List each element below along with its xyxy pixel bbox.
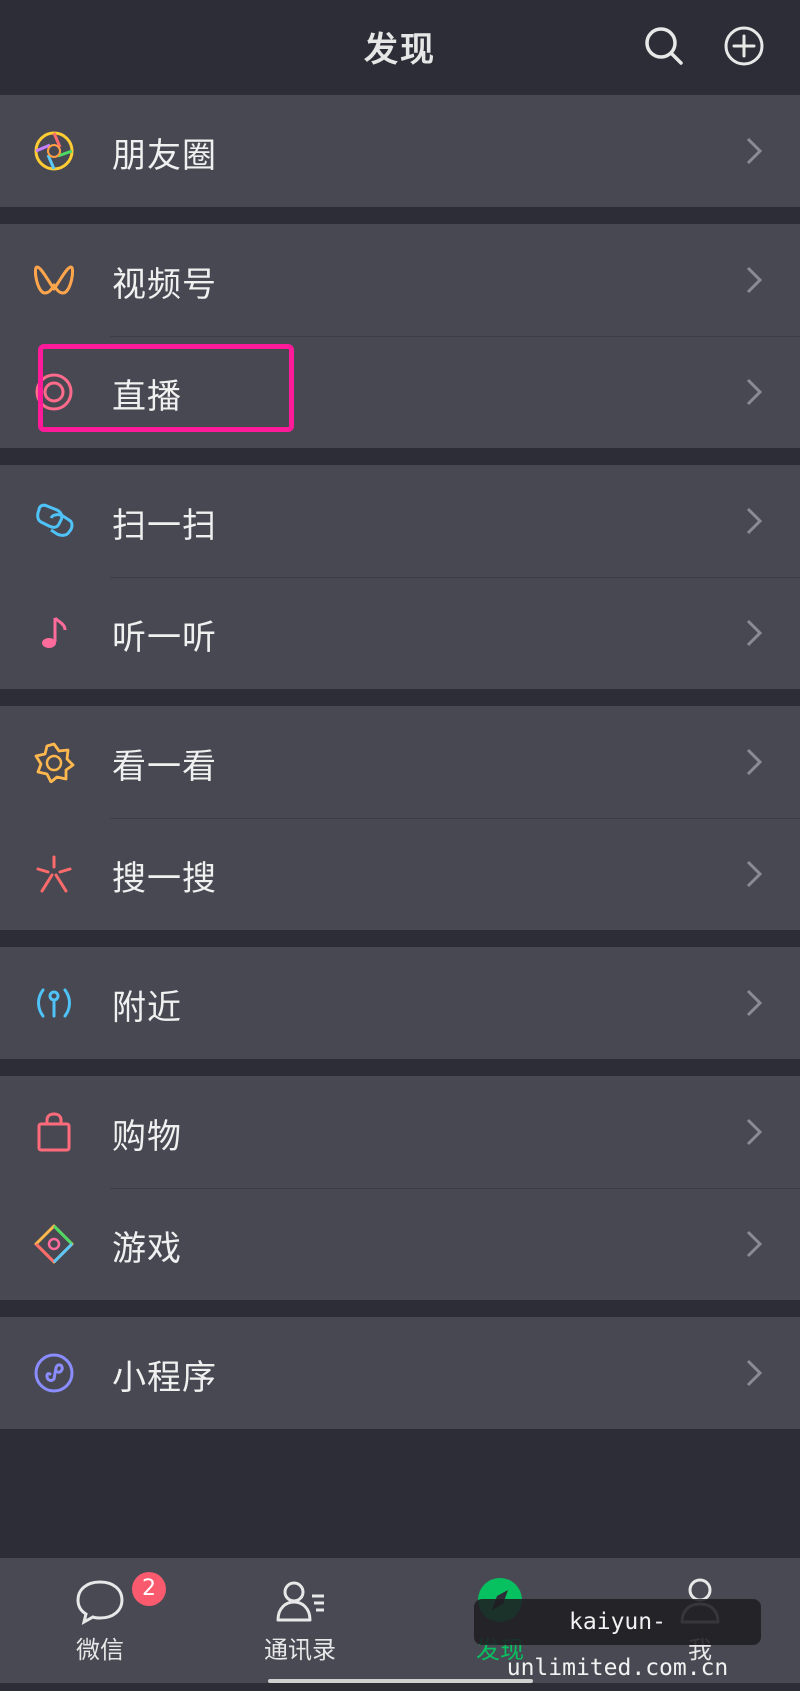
- menu-item-label: 购物: [112, 1117, 182, 1157]
- nearby-icon: [37, 988, 71, 1018]
- tab-label: 通讯录: [264, 1636, 336, 1664]
- menu-group-shop-game: 购物 游戏: [0, 1076, 800, 1300]
- menu-item-shopping[interactable]: 购物: [0, 1076, 800, 1188]
- moments-icon: [34, 131, 74, 171]
- unread-badge: 2: [132, 1572, 166, 1606]
- menu-item-label: 小程序: [112, 1358, 217, 1398]
- chat-bubble-icon: [76, 1580, 124, 1625]
- menu-item-top-stories[interactable]: 看一看: [0, 706, 800, 818]
- menu-item-scan[interactable]: 扫一扫: [0, 465, 800, 577]
- top-stories-icon: [34, 742, 75, 783]
- chevron-right-icon: [746, 1230, 763, 1258]
- search-icon[interactable]: [642, 24, 686, 68]
- chevron-right-icon: [746, 507, 763, 535]
- menu-item-label: 朋友圈: [112, 136, 217, 176]
- highlight-box: [38, 344, 294, 432]
- tab-label: 微信: [76, 1636, 124, 1664]
- watermark-text: kaiyun-unlimited.com.cn: [474, 1599, 761, 1681]
- contacts-icon: [276, 1581, 324, 1622]
- chevron-right-icon: [746, 989, 763, 1017]
- search-sparkle-icon: [36, 855, 72, 893]
- menu-item-channels[interactable]: 视频号: [0, 224, 800, 336]
- tab-contacts[interactable]: 通讯录: [220, 1558, 380, 1683]
- menu-item-listen[interactable]: 听一听: [0, 577, 800, 689]
- menu-item-games[interactable]: 游戏: [0, 1188, 800, 1300]
- menu-item-label: 听一听: [112, 618, 217, 658]
- scan-icon: [36, 503, 74, 537]
- chevron-right-icon: [746, 266, 763, 294]
- menu-item-search[interactable]: 搜一搜: [0, 818, 800, 930]
- chevron-right-icon: [746, 1118, 763, 1146]
- menu-group-mini-programs: 小程序: [0, 1317, 800, 1429]
- channels-icon: [33, 265, 75, 295]
- tab-chats[interactable]: 2 微信: [20, 1558, 180, 1683]
- home-indicator: [268, 1679, 533, 1683]
- menu-item-label: 看一看: [112, 747, 217, 787]
- menu-item-label: 附近: [112, 988, 182, 1028]
- menu-item-label: 搜一搜: [112, 859, 217, 899]
- chevron-right-icon: [746, 860, 763, 888]
- add-plus-icon[interactable]: [722, 24, 766, 68]
- menu-item-mini-programs[interactable]: 小程序: [0, 1317, 800, 1429]
- shopping-bag-icon: [37, 1112, 71, 1152]
- menu-group-scan-listen: 扫一扫 听一听: [0, 465, 800, 689]
- chevron-right-icon: [746, 619, 763, 647]
- menu-item-label: 扫一扫: [112, 506, 217, 546]
- game-icon: [34, 1224, 74, 1264]
- top-bar: 发现: [0, 0, 800, 94]
- music-note-icon: [42, 616, 67, 648]
- menu-group-nearby: 附近: [0, 947, 800, 1059]
- menu-item-label: 视频号: [112, 265, 217, 305]
- mini-program-icon: [34, 1353, 74, 1393]
- menu-item-label: 游戏: [112, 1229, 182, 1269]
- chevron-right-icon: [746, 1359, 763, 1387]
- chevron-right-icon: [746, 137, 763, 165]
- menu-item-nearby[interactable]: 附近: [0, 947, 800, 1059]
- menu-group-look-search: 看一看 搜一搜: [0, 706, 800, 930]
- menu-item-moments[interactable]: 朋友圈: [0, 95, 800, 207]
- menu-group-moments: 朋友圈: [0, 95, 800, 207]
- chevron-right-icon: [746, 748, 763, 776]
- chevron-right-icon: [746, 378, 763, 406]
